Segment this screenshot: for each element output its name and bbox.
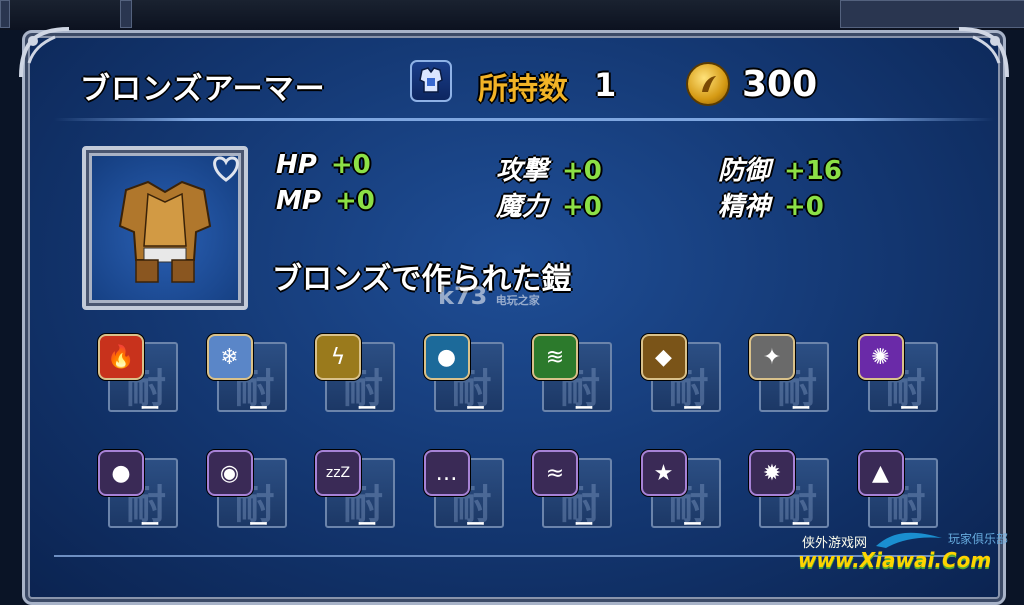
resist-slot: 耐ーϟ: [315, 334, 397, 420]
item-name: ブロンズアーマー: [80, 72, 326, 107]
ice-icon: ❄: [206, 334, 253, 380]
bg-post-left: [0, 0, 10, 28]
stat-value: +0: [784, 192, 824, 222]
logo-text-right: 玩家俱乐部: [948, 532, 1009, 546]
resist-slot: 耐ー…: [423, 450, 506, 536]
stat-hp: HP +0: [276, 150, 371, 180]
disease-icon: ✹: [749, 450, 795, 496]
resist-value: ー: [248, 512, 269, 536]
stat-label: 攻撃: [496, 156, 549, 186]
dark-icon: ✺: [857, 334, 904, 380]
background-top: [0, 0, 1024, 30]
stat-label: 精神: [718, 192, 771, 222]
resist-value: ー: [574, 396, 594, 420]
resist-slot: 耐ー ★: [640, 450, 723, 536]
resist-slot: 耐ー ✦: [749, 334, 831, 420]
silence-icon: …: [423, 450, 470, 496]
resist-value: ー: [899, 396, 920, 420]
k73-watermark: k73 电玩之家: [438, 282, 540, 310]
logo-url: www.Xiawai.Com: [798, 548, 992, 572]
watermark-subtext: 电玩之家: [495, 294, 540, 307]
resist-value: ー: [140, 396, 160, 420]
resist-slot: 耐ー ✹: [749, 450, 831, 536]
stat-value: +0: [334, 186, 375, 216]
stat-value: +0: [562, 192, 602, 222]
stat-label: MP: [276, 186, 321, 216]
lightning-icon: ϟ: [315, 334, 361, 380]
resist-value: ー: [574, 512, 594, 536]
resist-slot: 耐ー 🔥: [98, 334, 180, 420]
owned-count-value: 1: [594, 66, 617, 104]
resist-value: ー: [682, 396, 703, 420]
item-stats: HP +0 MP +0 攻撃 +0 魔力 +0 防御 +16 精神 +0: [270, 148, 990, 228]
resist-value: ー: [682, 512, 703, 536]
resist-slot: 耐ー ▲: [857, 450, 940, 536]
resist-slot: 耐ー ◉: [206, 450, 289, 536]
item-header: ブロンズアーマー 所持数 1 300: [54, 52, 998, 118]
petrify-icon: ▲: [857, 450, 904, 496]
stat-value: +0: [562, 156, 602, 186]
site-logo: 侠外游戏网 玩家俱乐部 www.Xiawai.Com: [794, 528, 1014, 584]
confuse-icon: ★: [640, 450, 687, 496]
fire-icon: 🔥: [98, 334, 144, 380]
stat-mp: MP +0: [276, 186, 375, 216]
stat-label: 魔力: [496, 192, 549, 222]
resist-slot: 耐ー ●: [423, 334, 506, 420]
stat-label: HP: [276, 150, 317, 180]
resist-value: ー: [465, 396, 486, 420]
wave-icon: [876, 532, 942, 548]
resist-value: ー: [357, 512, 377, 536]
gil-coin-icon: [686, 62, 730, 106]
stat-label: 防御: [718, 156, 771, 186]
stat-spirit: 精神 +0: [718, 186, 824, 223]
sell-price-value: 300: [742, 64, 818, 105]
resist-slot: 耐ー ≈: [532, 450, 614, 536]
resist-slot: 耐ー ≋: [532, 334, 614, 420]
resist-slot: 耐ー ❄: [206, 334, 289, 420]
paralyze-icon: ≈: [532, 450, 578, 496]
stat-value: +0: [330, 150, 371, 180]
holy-icon: ✦: [749, 334, 795, 380]
resist-value: ー: [140, 512, 160, 536]
resist-value: ー: [357, 396, 377, 420]
resist-slot: 耐ー ◆: [640, 334, 723, 420]
header-divider: [54, 118, 994, 121]
stat-defense: 防御 +16: [718, 150, 842, 187]
water-icon: ●: [423, 334, 470, 380]
poison-icon: ●: [98, 450, 144, 496]
stat-magic: 魔力 +0: [496, 186, 602, 223]
armor-type-icon: [410, 60, 452, 102]
resist-value: ー: [248, 396, 269, 420]
resist-value: ー: [465, 512, 486, 536]
bg-post: [120, 0, 132, 28]
watermark-text: k73: [438, 282, 488, 310]
earth-icon: ◆: [640, 334, 687, 380]
resist-slot: 耐ー zzZ: [315, 450, 397, 536]
owned-count-label: 所持数: [478, 72, 568, 107]
favorite-heart-icon[interactable]: [208, 152, 244, 184]
stat-attack: 攻撃 +0: [496, 150, 602, 187]
blind-icon: ◉: [206, 450, 253, 496]
sleep-icon: zzZ: [315, 450, 361, 496]
resist-slot: 耐ー ●: [98, 450, 180, 536]
resist-slot: 耐ー ✺: [857, 334, 940, 420]
wind-icon: ≋: [532, 334, 578, 380]
resist-value: ー: [791, 396, 811, 420]
stat-value: +16: [784, 156, 842, 186]
